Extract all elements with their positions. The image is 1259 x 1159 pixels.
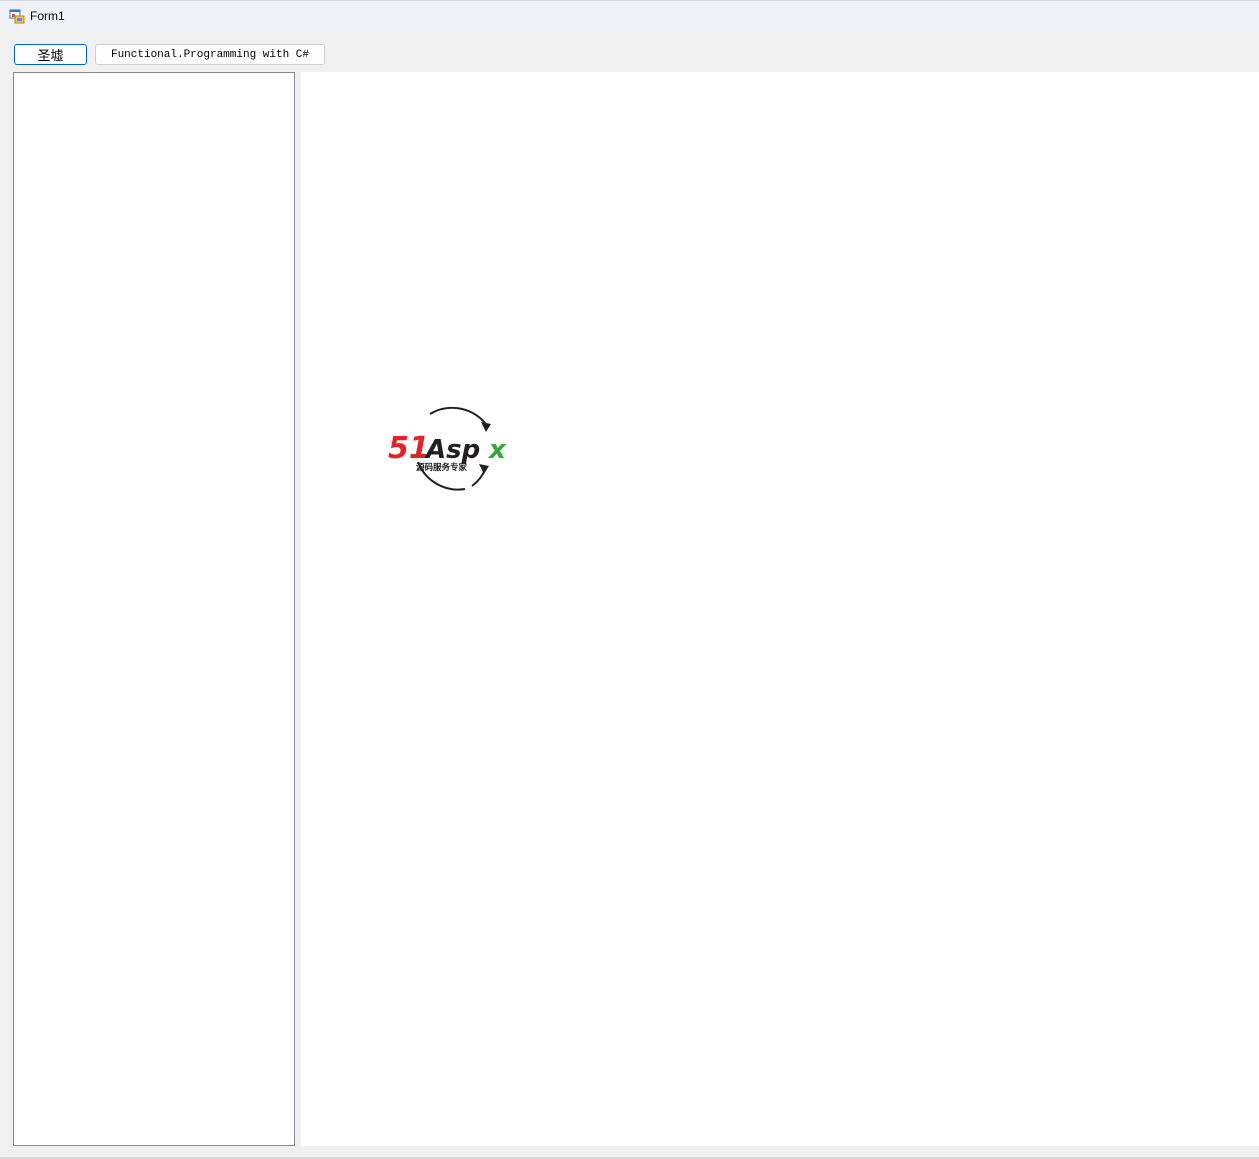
logo-text-dark: Asp bbox=[424, 435, 480, 465]
logo-text-red: 51 bbox=[388, 431, 430, 466]
51aspx-logo: 51 Asp x 源码服务专家 bbox=[388, 406, 507, 491]
title-bar[interactable]: Form1 bbox=[0, 0, 1259, 31]
window-title: Form1 bbox=[30, 9, 65, 23]
logo-text-green: x bbox=[487, 435, 507, 465]
logo-tagline: 源码服务专家 bbox=[416, 462, 468, 473]
picture-box: 51 Asp x 源码服务专家 bbox=[301, 72, 1259, 1146]
app-icon bbox=[9, 8, 25, 24]
functional-programming-button[interactable]: Functional.Programming with C# bbox=[95, 44, 325, 65]
list-box[interactable] bbox=[13, 72, 295, 1146]
shengxu-button[interactable]: 圣墟 bbox=[14, 44, 87, 65]
